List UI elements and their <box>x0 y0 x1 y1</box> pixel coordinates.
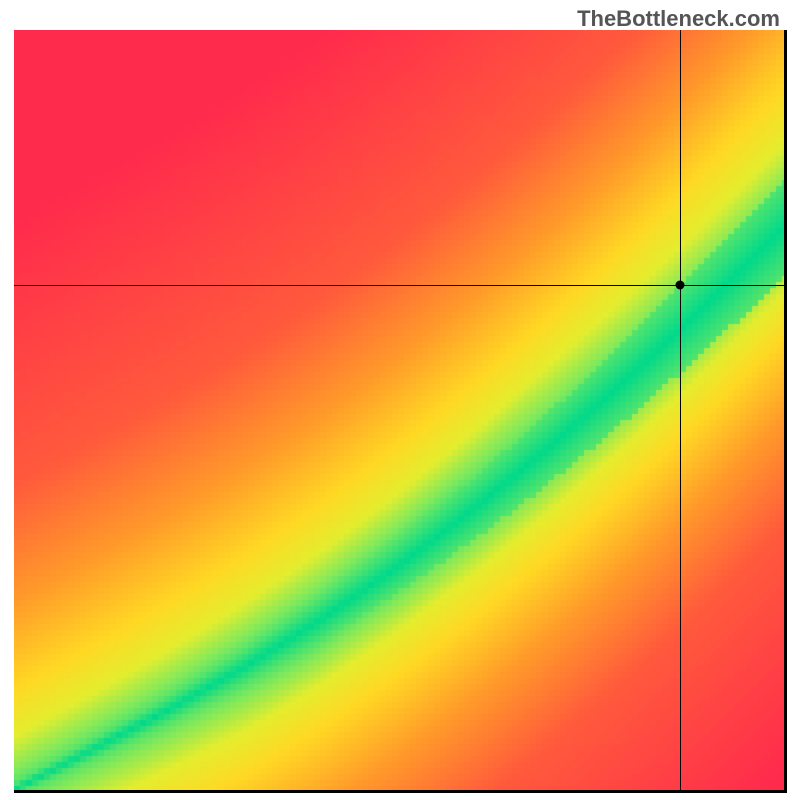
crosshair-horizontal <box>14 285 784 286</box>
heatmap-canvas <box>14 30 784 790</box>
chart-container: TheBottleneck.com <box>0 0 800 800</box>
crosshair-vertical <box>680 30 681 790</box>
intersection-marker <box>676 280 685 289</box>
watermark: TheBottleneck.com <box>577 6 780 32</box>
plot-area <box>14 30 787 793</box>
